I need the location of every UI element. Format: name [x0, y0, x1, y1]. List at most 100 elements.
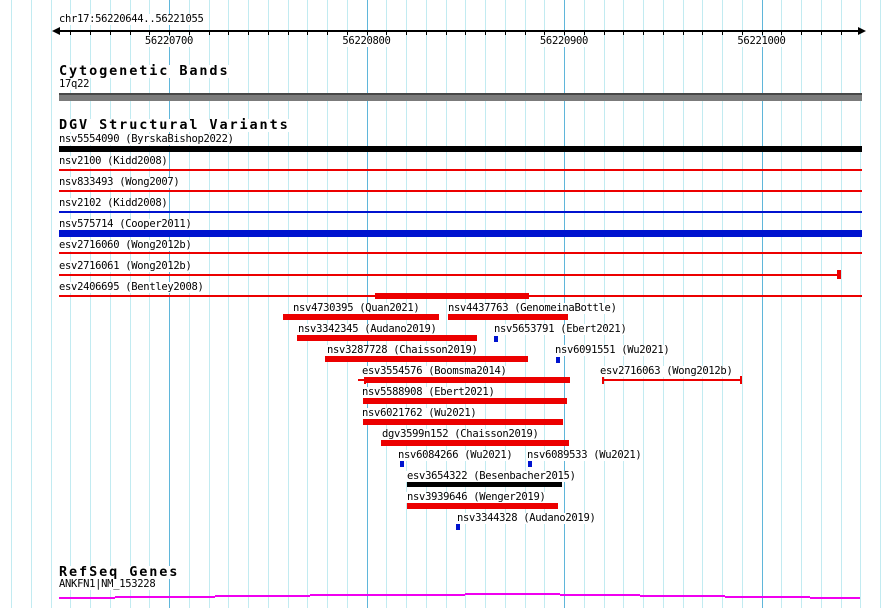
variant-line[interactable]	[59, 274, 838, 276]
variant-line[interactable]	[59, 169, 862, 171]
variant-label[interactable]: nsv3344328 (Audano2019)	[456, 513, 597, 524]
variant-bar[interactable]	[407, 503, 558, 509]
variant-label[interactable]: nsv4730395 (Quan2021)	[292, 303, 421, 314]
region-title: chr17:56220644..56221055	[58, 13, 205, 25]
gridline	[287, 0, 289, 608]
variant-label[interactable]: nsv575714 (Cooper2011)	[58, 219, 193, 230]
gridline	[425, 0, 427, 608]
variant-point-marker[interactable]	[456, 524, 460, 530]
axis-tick	[485, 31, 486, 35]
variant-bar[interactable]	[407, 482, 562, 487]
variant-line[interactable]	[59, 252, 862, 254]
variant-label[interactable]: esv3654322 (Besenbacher2015)	[406, 471, 577, 482]
variant-label[interactable]: nsv5554090 (ByrskaBishop2022)	[58, 134, 235, 145]
variant-label[interactable]: nsv6089533 (Wu2021)	[526, 450, 643, 461]
gridline	[781, 0, 783, 608]
genome-browser-view: chr17:56220644..56221055 56220700 5622080…	[0, 0, 890, 608]
axis-tick	[70, 31, 72, 35]
variant-label[interactable]: esv2406695 (Bentley2008)	[58, 282, 205, 293]
variant-bar[interactable]	[59, 146, 862, 152]
variant-label[interactable]: nsv2100 (Kidd2008)	[58, 156, 169, 167]
axis-tick-label: 56220700	[143, 35, 195, 47]
gridline	[169, 0, 170, 608]
gridline	[840, 0, 842, 608]
variant-label[interactable]: nsv3342345 (Audano2019)	[297, 324, 438, 335]
gridline	[11, 0, 12, 608]
variant-bar[interactable]	[363, 398, 567, 404]
variant-line[interactable]	[59, 211, 862, 213]
gridline	[248, 0, 249, 608]
axis-tick	[129, 31, 131, 35]
variant-label[interactable]: nsv6084266 (Wu2021)	[397, 450, 514, 461]
variant-line[interactable]	[59, 190, 862, 192]
gridline	[741, 0, 743, 608]
variant-label[interactable]: esv3554576 (Boomsma2014)	[361, 366, 508, 377]
axis-tick	[722, 31, 723, 35]
variant-label[interactable]: nsv6021762 (Wu2021)	[361, 408, 478, 419]
gene-line-segment	[560, 594, 640, 596]
axis-tick	[267, 31, 269, 35]
gridline	[702, 0, 704, 608]
gene-line-segment	[725, 596, 810, 598]
variant-point-marker[interactable]	[837, 270, 841, 279]
gridline	[722, 0, 723, 608]
gridline	[90, 0, 91, 608]
variant-label[interactable]: nsv3287728 (Chaisson2019)	[326, 345, 479, 356]
variant-bar[interactable]	[325, 356, 528, 362]
gridline	[109, 0, 111, 608]
variant-label[interactable]: nsv4437763 (GenomeinaBottle)	[447, 303, 618, 314]
variant-bar[interactable]	[363, 419, 563, 425]
dgv-heading: DGV Structural Variants	[58, 117, 291, 133]
variant-label[interactable]: nsv3939646 (Wenger2019)	[406, 492, 547, 503]
variant-bar[interactable]	[297, 335, 477, 341]
gridline	[188, 0, 190, 608]
variant-label[interactable]: dgv3599n152 (Chaisson2019)	[381, 429, 540, 440]
gene-line-segment	[215, 595, 310, 597]
variant-bar[interactable]	[381, 440, 569, 446]
gridline	[50, 0, 52, 608]
variant-label[interactable]: esv2716063 (Wong2012b)	[599, 366, 734, 377]
axis-tick	[662, 31, 664, 35]
axis-tick	[228, 31, 230, 35]
gridline	[761, 0, 763, 608]
axis-tick	[90, 31, 91, 35]
axis-tick	[643, 31, 644, 35]
gridline	[880, 0, 881, 608]
variant-point-marker[interactable]	[528, 461, 532, 467]
axis-tick-label: 56220800	[341, 35, 392, 47]
variant-label[interactable]: nsv5588908 (Ebert2021)	[361, 387, 496, 398]
axis-tick	[208, 31, 210, 35]
variant-label[interactable]: esv2716060 (Wong2012b)	[58, 240, 193, 251]
variant-bar[interactable]	[375, 293, 529, 299]
gridline	[228, 0, 230, 608]
variant-label[interactable]: esv2716061 (Wong2012b)	[58, 261, 193, 272]
variant-bar[interactable]	[59, 230, 862, 237]
axis-tick	[524, 31, 526, 35]
gene-label[interactable]: ANKFN1|NM_153228	[58, 579, 157, 590]
variant-point-marker[interactable]	[494, 336, 498, 342]
variant-label[interactable]: nsv833493 (Wong2007)	[58, 177, 181, 188]
axis-tick	[406, 31, 407, 35]
gridline	[70, 0, 72, 608]
gridline	[820, 0, 822, 608]
variant-bar[interactable]	[283, 314, 439, 320]
axis-tick	[682, 31, 684, 35]
axis-tick	[287, 31, 289, 35]
ruler-left-arrow-icon	[52, 27, 60, 35]
variant-point-marker[interactable]	[740, 376, 742, 384]
variant-label[interactable]: nsv2102 (Kidd2008)	[58, 198, 169, 209]
gene-line-segment	[59, 597, 115, 599]
variant-point-marker[interactable]	[556, 357, 560, 363]
cytoband-label: 17q22	[58, 78, 91, 90]
variant-label[interactable]: nsv5653791 (Ebert2021)	[493, 324, 628, 335]
gridline	[643, 0, 644, 608]
variant-line[interactable]	[602, 379, 742, 381]
variant-bar[interactable]	[448, 314, 568, 320]
gridline	[860, 0, 862, 608]
gridline	[129, 0, 131, 608]
gridline	[208, 0, 210, 608]
variant-point-marker[interactable]	[400, 461, 404, 467]
gridline	[267, 0, 269, 608]
variant-bar[interactable]	[365, 377, 570, 383]
variant-label[interactable]: nsv6091551 (Wu2021)	[554, 345, 671, 356]
